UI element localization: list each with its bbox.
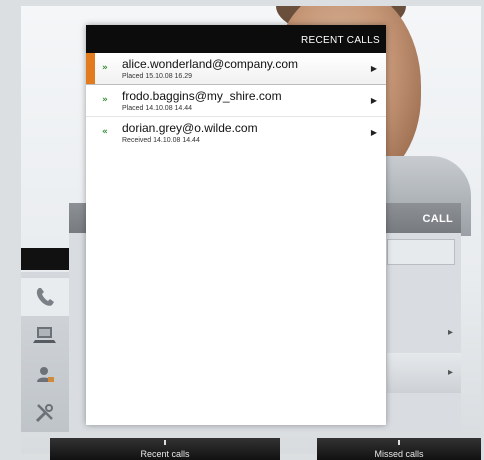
- popup-title: RECENT CALLS: [86, 25, 386, 53]
- call-item-name: alice.wonderland@company.com: [122, 57, 299, 71]
- recent-call-item[interactable]: » alice.wonderland@company.com Placed 15…: [86, 53, 386, 85]
- call-option-row[interactable]: ▸: [387, 313, 461, 353]
- tab-indicator: [398, 440, 400, 445]
- incoming-call-icon: «: [102, 127, 108, 137]
- phone-icon: [36, 288, 54, 306]
- call-item-meta: Placed 15.10.08 16.29: [122, 73, 193, 80]
- recent-call-item[interactable]: « dorian.grey@o.wilde.com Received 14.10…: [86, 117, 386, 149]
- call-option-row[interactable]: ▸: [387, 353, 461, 393]
- outgoing-call-icon: »: [102, 95, 108, 105]
- tab-recent-calls[interactable]: Recent calls: [50, 438, 280, 460]
- sidebar-item-contacts[interactable]: [21, 356, 69, 394]
- tab-missed-calls-label: Missed calls: [374, 449, 424, 459]
- chevron-right-icon: ▸: [447, 367, 453, 378]
- chevron-right-icon: ▶: [370, 128, 377, 137]
- tab-missed-calls[interactable]: Missed calls: [317, 438, 481, 460]
- recent-call-item[interactable]: » frodo.baggins@my_shire.com Placed 14.1…: [86, 85, 386, 117]
- sidebar-item-computer[interactable]: [21, 316, 69, 354]
- call-item-meta: Placed 14.10.08 14.44: [122, 105, 193, 112]
- sidebar-item-settings[interactable]: [21, 394, 69, 432]
- bottom-bar: Recent calls Missed calls: [50, 438, 481, 460]
- tools-icon: [35, 404, 53, 423]
- call-item-meta: Received 14.10.08 14.44: [122, 137, 200, 144]
- call-number-input[interactable]: [387, 239, 455, 265]
- laptop-icon: [33, 327, 56, 343]
- outgoing-call-icon: »: [102, 63, 108, 73]
- sidebar-top-bar: [21, 248, 69, 270]
- contact-card-icon: [37, 367, 54, 382]
- recent-calls-popup: RECENT CALLS » alice.wonderland@company.…: [86, 25, 386, 425]
- chevron-right-icon: ▶: [370, 64, 377, 73]
- selection-accent: [86, 53, 95, 84]
- call-item-name: frodo.baggins@my_shire.com: [122, 89, 282, 103]
- sidebar: [21, 272, 69, 432]
- chevron-right-icon: ▸: [447, 327, 453, 338]
- tab-indicator: [164, 440, 166, 445]
- chevron-right-icon: ▶: [370, 96, 377, 105]
- tab-recent-calls-label: Recent calls: [140, 449, 190, 459]
- sidebar-item-call[interactable]: [21, 278, 69, 316]
- call-item-name: dorian.grey@o.wilde.com: [122, 121, 258, 135]
